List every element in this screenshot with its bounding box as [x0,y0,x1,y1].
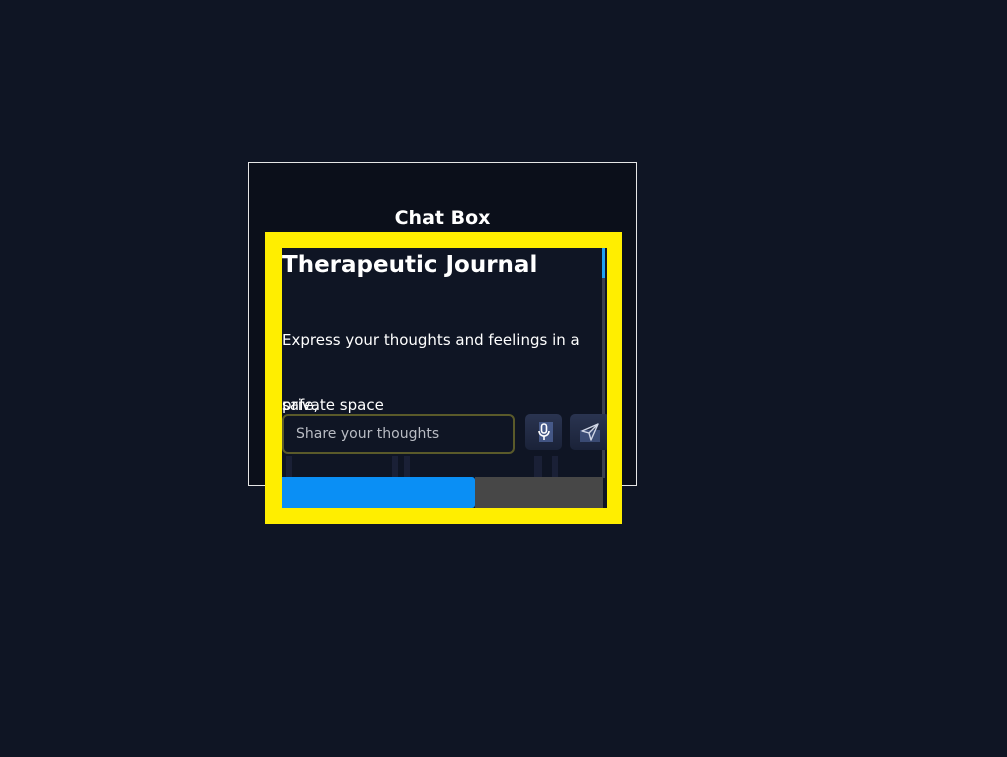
microphone-icon [537,422,553,442]
progress-bar-fill [282,477,475,508]
journal-input-row [282,414,607,456]
scrollbar-thumb[interactable] [602,248,605,278]
input-shadow [282,456,607,478]
journal-title: Therapeutic Journal [282,252,538,278]
progress-bar-track [475,477,603,508]
microphone-button[interactable] [525,414,562,450]
send-button[interactable] [570,414,607,450]
journal-subtitle-line1: Express your thoughts and feelings in a … [282,331,580,414]
thoughts-input[interactable] [282,414,515,454]
send-icon [580,423,600,442]
page: Chat Box Therapeutic Journal Express you… [0,0,1007,757]
journal-card: Therapeutic Journal Express your thought… [282,248,607,508]
chat-box-title: Chat Box [394,207,491,229]
